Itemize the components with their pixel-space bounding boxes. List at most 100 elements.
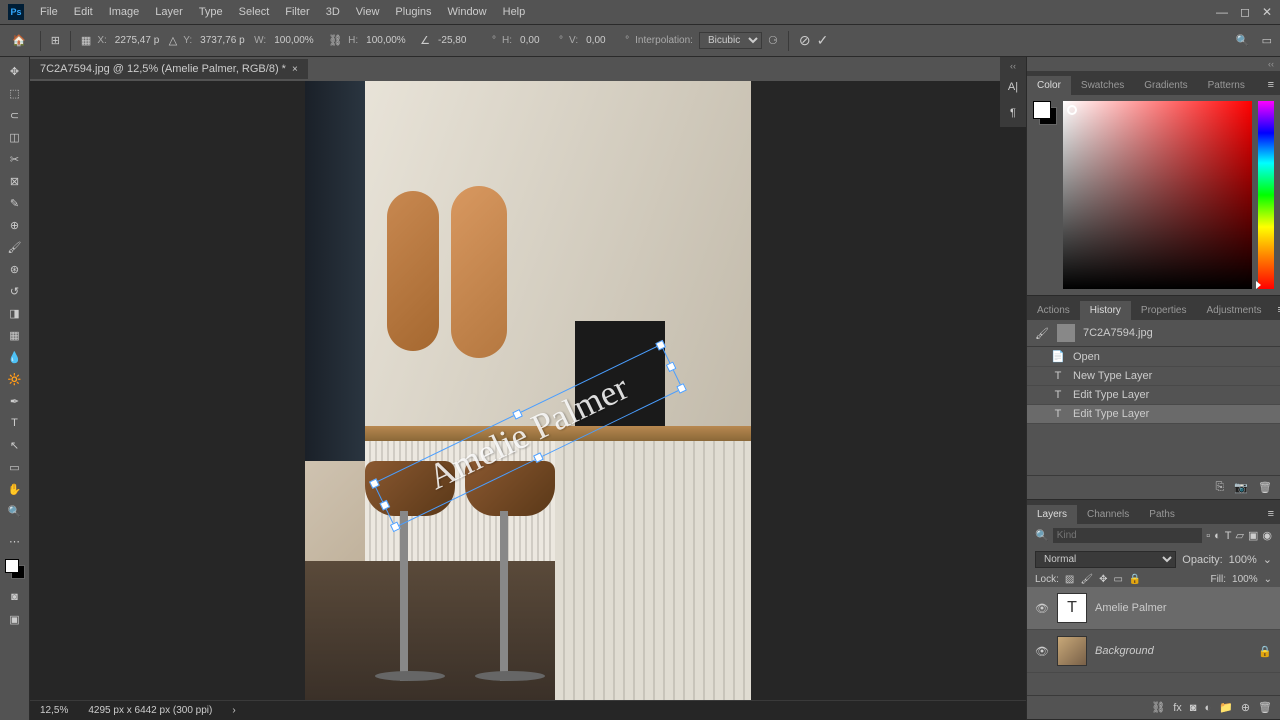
visibility-icon[interactable]: 👁	[1035, 645, 1049, 658]
x-input[interactable]	[113, 33, 163, 48]
skew-v-input[interactable]	[584, 33, 619, 48]
collapse-panels-icon[interactable]: ‹‹	[1027, 57, 1280, 71]
adjustment-layer-icon[interactable]: ◐	[1204, 702, 1211, 714]
quickmask-icon[interactable]: ◙	[3, 587, 27, 607]
canvas-viewport[interactable]: Amelie Palmer	[30, 81, 1026, 700]
color-swatch[interactable]	[5, 559, 25, 579]
skew-h-input[interactable]	[518, 33, 553, 48]
chevron-down-icon[interactable]: ⌄	[1264, 574, 1272, 585]
tab-properties[interactable]: Properties	[1131, 301, 1197, 320]
stamp-tool[interactable]: ⊛	[3, 259, 27, 279]
color-picker-indicator[interactable]	[1067, 105, 1077, 115]
menu-help[interactable]: Help	[495, 6, 534, 18]
angle-input[interactable]	[436, 33, 486, 48]
marquee-tool[interactable]: ⬚	[3, 83, 27, 103]
lock-icon[interactable]: 🔒	[1258, 645, 1272, 658]
history-item[interactable]: T New Type Layer	[1027, 367, 1280, 386]
tab-color[interactable]: Color	[1027, 76, 1071, 95]
move-tool[interactable]: ✥	[3, 61, 27, 81]
menu-select[interactable]: Select	[231, 6, 278, 18]
tab-paths[interactable]: Paths	[1139, 505, 1185, 524]
brush-tool[interactable]: 🖌	[3, 237, 27, 257]
object-select-tool[interactable]: ◫	[3, 127, 27, 147]
home-icon[interactable]: 🏠	[8, 30, 30, 51]
menu-image[interactable]: Image	[101, 6, 148, 18]
panel-menu-icon[interactable]: ≡	[1262, 75, 1280, 95]
menu-edit[interactable]: Edit	[66, 6, 101, 18]
filter-toggle-icon[interactable]: ◉	[1262, 529, 1272, 542]
blend-mode-select[interactable]: Normal	[1035, 551, 1176, 568]
lock-pixels-icon[interactable]: 🖌	[1080, 574, 1093, 585]
lock-artboard-icon[interactable]: ▭	[1113, 574, 1122, 585]
h-input[interactable]	[364, 33, 414, 48]
layer-mask-icon[interactable]: ◙	[1190, 702, 1197, 714]
paragraph-panel-icon[interactable]: ¶	[1003, 103, 1023, 123]
lasso-tool[interactable]: ⊂	[3, 105, 27, 125]
filter-pixel-icon[interactable]: ▫	[1206, 530, 1210, 542]
new-layer-icon[interactable]: ⊕	[1241, 701, 1250, 714]
tab-history[interactable]: History	[1080, 301, 1131, 320]
menu-file[interactable]: File	[32, 6, 66, 18]
interpolation-select[interactable]: Bicubic	[699, 32, 762, 49]
layer-name[interactable]: Background	[1095, 645, 1154, 657]
reference-point-icon[interactable]: ▦	[81, 34, 91, 47]
hue-slider[interactable]	[1258, 101, 1274, 289]
close-tab-icon[interactable]: ×	[292, 64, 298, 75]
character-panel-icon[interactable]: A|	[1003, 77, 1023, 97]
eraser-tool[interactable]: ◨	[3, 303, 27, 323]
layer-fx-icon[interactable]: fx	[1173, 702, 1182, 714]
warp-icon[interactable]: ⚆	[768, 34, 778, 47]
filter-type-icon[interactable]: T	[1225, 530, 1232, 542]
visibility-icon[interactable]: 👁	[1035, 602, 1049, 615]
menu-plugins[interactable]: Plugins	[387, 6, 439, 18]
minimize-icon[interactable]: —	[1216, 5, 1228, 19]
opacity-value[interactable]: 100%	[1229, 554, 1257, 566]
fill-value[interactable]: 100%	[1232, 574, 1258, 585]
lock-all-icon[interactable]: 🔒	[1129, 574, 1141, 585]
layer-name[interactable]: Amelie Palmer	[1095, 602, 1167, 614]
history-item[interactable]: 📄 Open	[1027, 347, 1280, 367]
zoom-tool[interactable]: 🔍	[3, 501, 27, 521]
history-item[interactable]: T Edit Type Layer	[1027, 405, 1280, 424]
color-field[interactable]	[1063, 101, 1252, 289]
layer-filter-input[interactable]	[1053, 528, 1203, 543]
lock-position-icon[interactable]: ✥	[1099, 574, 1107, 585]
filter-smart-icon[interactable]: ▣	[1248, 529, 1258, 542]
frame-tool[interactable]: ⊠	[3, 171, 27, 191]
gradient-tool[interactable]: ▦	[3, 325, 27, 345]
screenmode-icon[interactable]: ▣	[3, 609, 27, 629]
doc-dimensions[interactable]: 4295 px x 6442 px (300 ppi)	[88, 705, 212, 716]
workspace-icon[interactable]: ▭	[1262, 34, 1272, 47]
delete-state-icon[interactable]: 🗑	[1258, 481, 1272, 494]
menu-layer[interactable]: Layer	[147, 6, 191, 18]
dodge-tool[interactable]: 🔆	[3, 369, 27, 389]
commit-transform-icon[interactable]: ✓	[817, 32, 829, 49]
cancel-transform-icon[interactable]: ⊘	[799, 32, 811, 49]
zoom-level[interactable]: 12,5%	[40, 705, 68, 716]
tab-gradients[interactable]: Gradients	[1134, 76, 1197, 95]
layer-item[interactable]: 👁 Background 🔒	[1027, 630, 1280, 673]
close-icon[interactable]: ✕	[1262, 5, 1272, 19]
tab-swatches[interactable]: Swatches	[1071, 76, 1134, 95]
new-document-icon[interactable]: ⎘	[1216, 481, 1225, 494]
transform-origin-icon[interactable]: ⊞	[51, 34, 60, 47]
maximize-icon[interactable]: ◻	[1240, 5, 1250, 19]
statusbar-chevron-icon[interactable]: ›	[232, 705, 235, 716]
panel-menu-icon[interactable]: ≡	[1272, 300, 1280, 320]
history-brush-tool[interactable]: ↺	[3, 281, 27, 301]
new-group-icon[interactable]: 📁	[1219, 701, 1233, 714]
transform-handle-ml[interactable]	[380, 499, 391, 510]
type-tool[interactable]: T	[3, 413, 27, 433]
new-snapshot-icon[interactable]: 📷	[1234, 481, 1248, 494]
color-fg-bg-swatch[interactable]	[1033, 101, 1057, 125]
y-input[interactable]	[198, 33, 248, 48]
healing-tool[interactable]: ⊕	[3, 215, 27, 235]
expand-panels-icon[interactable]: ‹‹	[1010, 61, 1016, 71]
w-input[interactable]	[272, 33, 322, 48]
delete-layer-icon[interactable]: 🗑	[1258, 701, 1272, 714]
delta-icon[interactable]: △	[169, 34, 177, 47]
eyedropper-tool[interactable]: ✎	[3, 193, 27, 213]
path-select-tool[interactable]: ↖	[3, 435, 27, 455]
link-layers-icon[interactable]: ⛓	[1151, 701, 1165, 714]
document-tab[interactable]: 7C2A7594.jpg @ 12,5% (Amelie Palmer, RGB…	[30, 59, 308, 79]
